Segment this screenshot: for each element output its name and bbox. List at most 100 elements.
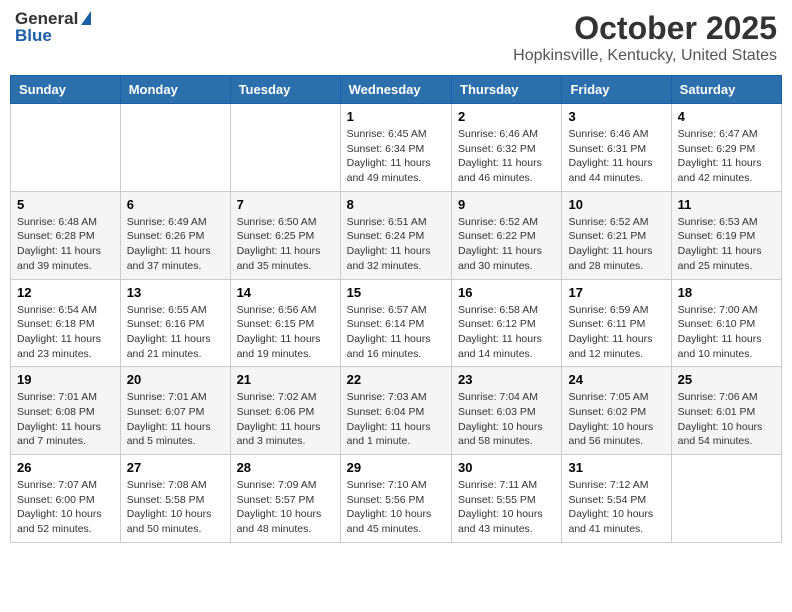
calendar-cell [120, 104, 230, 192]
day-info: Sunrise: 7:05 AM Sunset: 6:02 PM Dayligh… [568, 390, 664, 449]
day-info: Sunrise: 7:00 AM Sunset: 6:10 PM Dayligh… [678, 303, 775, 362]
day-info: Sunrise: 6:45 AM Sunset: 6:34 PM Dayligh… [347, 127, 445, 186]
day-number: 19 [17, 372, 114, 387]
calendar-cell: 27 Sunrise: 7:08 AM Sunset: 5:58 PM Dayli… [120, 455, 230, 543]
calendar-cell: 23 Sunrise: 7:04 AM Sunset: 6:03 PM Dayli… [452, 367, 562, 455]
calendar-cell: 17Sunrise: 6:59 AM Sunset: 6:11 PM Dayli… [562, 279, 671, 367]
calendar-cell: 13 Sunrise: 6:55 AM Sunset: 6:16 PM Dayli… [120, 279, 230, 367]
logo-arrow-icon [81, 11, 91, 25]
calendar-cell: 22 Sunrise: 7:03 AM Sunset: 6:04 PM Dayli… [340, 367, 451, 455]
day-info: Sunrise: 6:46 AM Sunset: 6:31 PM Dayligh… [568, 127, 664, 186]
day-number: 1 [347, 109, 445, 124]
day-number: 23 [458, 372, 555, 387]
calendar-week-row: 12Sunrise: 6:54 AM Sunset: 6:18 PM Dayli… [11, 279, 782, 367]
day-number: 26 [17, 460, 114, 475]
calendar-week-row: 19 Sunrise: 7:01 AM Sunset: 6:08 PM Dayli… [11, 367, 782, 455]
day-number: 13 [127, 285, 224, 300]
day-info: Sunrise: 6:50 AM Sunset: 6:25 PM Dayligh… [237, 215, 334, 274]
calendar-cell: 19 Sunrise: 7:01 AM Sunset: 6:08 PM Dayli… [11, 367, 121, 455]
day-info: Sunrise: 7:01 AM Sunset: 6:08 PM Dayligh… [17, 390, 114, 449]
logo-blue-text: Blue [15, 27, 91, 46]
day-number: 11 [678, 197, 775, 212]
day-number: 4 [678, 109, 775, 124]
day-info: Sunrise: 7:12 AM Sunset: 5:54 PM Dayligh… [568, 478, 664, 537]
title-section: October 2025 Hopkinsville, Kentucky, Uni… [513, 10, 777, 65]
calendar-cell: 12Sunrise: 6:54 AM Sunset: 6:18 PM Dayli… [11, 279, 121, 367]
calendar-cell: 26 Sunrise: 7:07 AM Sunset: 6:00 PM Dayli… [11, 455, 121, 543]
day-info: Sunrise: 6:52 AM Sunset: 6:21 PM Dayligh… [568, 215, 664, 274]
calendar-cell: 15 Sunrise: 6:57 AM Sunset: 6:14 PM Dayli… [340, 279, 451, 367]
day-number: 27 [127, 460, 224, 475]
day-info: Sunrise: 7:02 AM Sunset: 6:06 PM Dayligh… [237, 390, 334, 449]
calendar-cell: 5Sunrise: 6:48 AM Sunset: 6:28 PM Daylig… [11, 191, 121, 279]
calendar-cell: 29 Sunrise: 7:10 AM Sunset: 5:56 PM Dayli… [340, 455, 451, 543]
calendar-cell: 11 Sunrise: 6:53 AM Sunset: 6:19 PM Dayli… [671, 191, 781, 279]
day-info: Sunrise: 7:01 AM Sunset: 6:07 PM Dayligh… [127, 390, 224, 449]
day-number: 30 [458, 460, 555, 475]
day-info: Sunrise: 6:49 AM Sunset: 6:26 PM Dayligh… [127, 215, 224, 274]
day-info: Sunrise: 6:58 AM Sunset: 6:12 PM Dayligh… [458, 303, 555, 362]
location-title: Hopkinsville, Kentucky, United States [513, 47, 777, 65]
day-info: Sunrise: 6:52 AM Sunset: 6:22 PM Dayligh… [458, 215, 555, 274]
day-number: 20 [127, 372, 224, 387]
day-number: 2 [458, 109, 555, 124]
weekday-header: Sunday [11, 76, 121, 104]
day-info: Sunrise: 6:53 AM Sunset: 6:19 PM Dayligh… [678, 215, 775, 274]
day-number: 22 [347, 372, 445, 387]
day-info: Sunrise: 6:55 AM Sunset: 6:16 PM Dayligh… [127, 303, 224, 362]
day-number: 17 [568, 285, 664, 300]
day-info: Sunrise: 6:46 AM Sunset: 6:32 PM Dayligh… [458, 127, 555, 186]
weekday-header: Thursday [452, 76, 562, 104]
day-info: Sunrise: 7:10 AM Sunset: 5:56 PM Dayligh… [347, 478, 445, 537]
day-number: 6 [127, 197, 224, 212]
calendar-cell: 16 Sunrise: 6:58 AM Sunset: 6:12 PM Dayli… [452, 279, 562, 367]
day-number: 12 [17, 285, 114, 300]
day-info: Sunrise: 7:08 AM Sunset: 5:58 PM Dayligh… [127, 478, 224, 537]
day-number: 31 [568, 460, 664, 475]
weekday-header: Wednesday [340, 76, 451, 104]
calendar-table: SundayMondayTuesdayWednesdayThursdayFrid… [10, 75, 782, 543]
day-number: 9 [458, 197, 555, 212]
calendar-cell: 25 Sunrise: 7:06 AM Sunset: 6:01 PM Dayli… [671, 367, 781, 455]
page-header: General Blue October 2025 Hopkinsville, … [10, 10, 782, 65]
day-info: Sunrise: 6:56 AM Sunset: 6:15 PM Dayligh… [237, 303, 334, 362]
logo: General Blue [15, 10, 91, 45]
day-info: Sunrise: 7:06 AM Sunset: 6:01 PM Dayligh… [678, 390, 775, 449]
weekday-header-row: SundayMondayTuesdayWednesdayThursdayFrid… [11, 76, 782, 104]
calendar-cell: 20 Sunrise: 7:01 AM Sunset: 6:07 PM Dayli… [120, 367, 230, 455]
calendar-cell: 28Sunrise: 7:09 AM Sunset: 5:57 PM Dayli… [230, 455, 340, 543]
calendar-cell [671, 455, 781, 543]
weekday-header: Monday [120, 76, 230, 104]
day-number: 29 [347, 460, 445, 475]
day-number: 14 [237, 285, 334, 300]
day-number: 25 [678, 372, 775, 387]
day-info: Sunrise: 6:57 AM Sunset: 6:14 PM Dayligh… [347, 303, 445, 362]
calendar-cell [230, 104, 340, 192]
weekday-header: Tuesday [230, 76, 340, 104]
calendar-cell: 24Sunrise: 7:05 AM Sunset: 6:02 PM Dayli… [562, 367, 671, 455]
day-info: Sunrise: 7:07 AM Sunset: 6:00 PM Dayligh… [17, 478, 114, 537]
calendar-cell: 2 Sunrise: 6:46 AM Sunset: 6:32 PM Daylig… [452, 104, 562, 192]
day-info: Sunrise: 7:03 AM Sunset: 6:04 PM Dayligh… [347, 390, 445, 449]
day-number: 18 [678, 285, 775, 300]
calendar-week-row: 1 Sunrise: 6:45 AM Sunset: 6:34 PM Daylig… [11, 104, 782, 192]
day-number: 5 [17, 197, 114, 212]
calendar-cell: 9 Sunrise: 6:52 AM Sunset: 6:22 PM Daylig… [452, 191, 562, 279]
day-number: 15 [347, 285, 445, 300]
day-number: 16 [458, 285, 555, 300]
day-info: Sunrise: 6:51 AM Sunset: 6:24 PM Dayligh… [347, 215, 445, 274]
day-info: Sunrise: 7:04 AM Sunset: 6:03 PM Dayligh… [458, 390, 555, 449]
calendar-cell: 1 Sunrise: 6:45 AM Sunset: 6:34 PM Daylig… [340, 104, 451, 192]
day-number: 8 [347, 197, 445, 212]
calendar-week-row: 5Sunrise: 6:48 AM Sunset: 6:28 PM Daylig… [11, 191, 782, 279]
calendar-cell: 30Sunrise: 7:11 AM Sunset: 5:55 PM Dayli… [452, 455, 562, 543]
day-number: 10 [568, 197, 664, 212]
day-number: 3 [568, 109, 664, 124]
calendar-cell: 6 Sunrise: 6:49 AM Sunset: 6:26 PM Daylig… [120, 191, 230, 279]
weekday-header: Friday [562, 76, 671, 104]
day-number: 28 [237, 460, 334, 475]
day-number: 21 [237, 372, 334, 387]
calendar-cell [11, 104, 121, 192]
calendar-week-row: 26 Sunrise: 7:07 AM Sunset: 6:00 PM Dayli… [11, 455, 782, 543]
calendar-cell: 7Sunrise: 6:50 AM Sunset: 6:25 PM Daylig… [230, 191, 340, 279]
